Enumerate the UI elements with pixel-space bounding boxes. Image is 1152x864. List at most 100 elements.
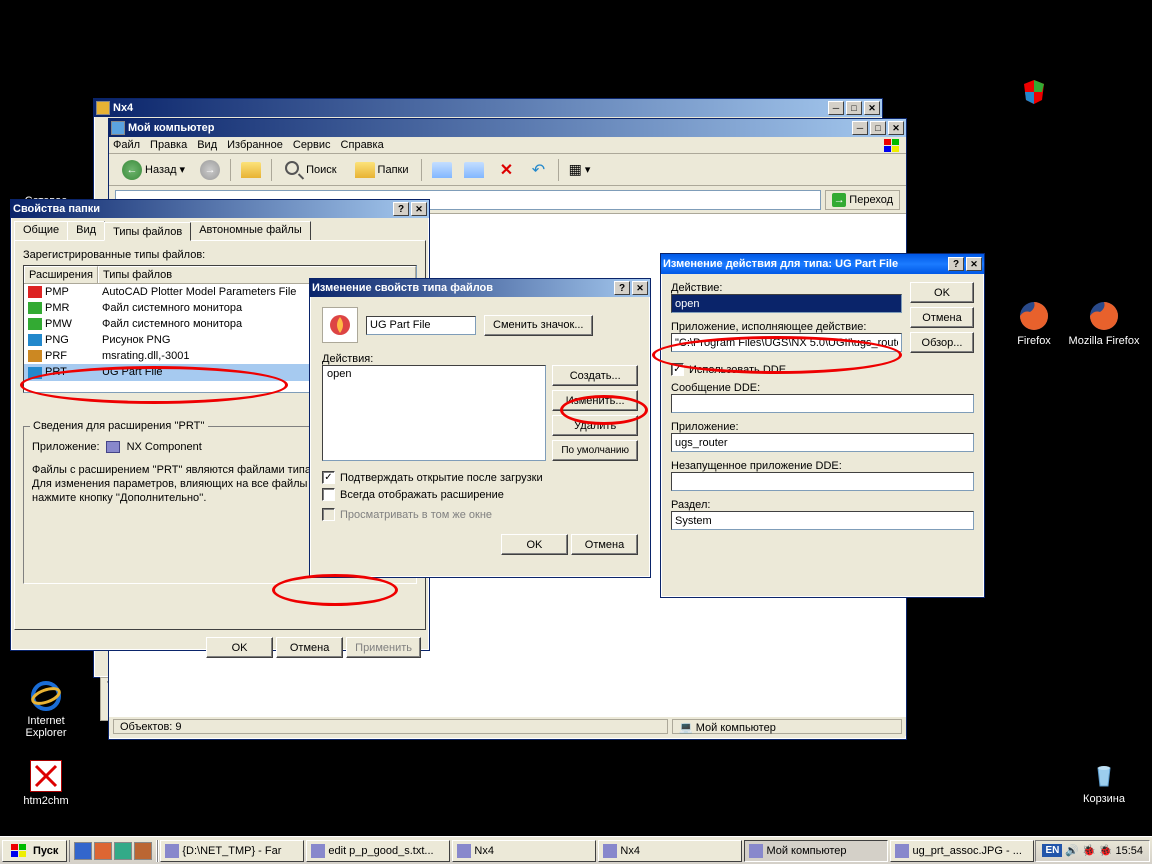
status-count: Объектов: 9 <box>113 719 668 734</box>
dde-norun-label: Незапущенное приложение DDE: <box>671 460 974 472</box>
delete-action-button[interactable]: Удалить <box>552 415 638 436</box>
menu-edit[interactable]: Правка <box>150 139 187 151</box>
lang-indicator[interactable]: EN <box>1042 844 1062 857</box>
ql-icon[interactable] <box>74 842 92 860</box>
titlebar[interactable]: Nx4 ─ □ ✕ <box>94 99 882 117</box>
delete-button[interactable]: ✕ <box>492 158 520 182</box>
titlebar[interactable]: Свойства папки ? ✕ <box>11 200 429 218</box>
copyto-button[interactable] <box>460 158 488 182</box>
close-button[interactable]: ✕ <box>888 121 904 135</box>
desktop-icon-htm2chm[interactable]: htm2chm <box>10 760 82 807</box>
taskbar-button[interactable]: Nx4 <box>598 840 742 862</box>
tab-filetypes[interactable]: Типы файлов <box>104 222 191 241</box>
forward-button[interactable]: → <box>196 158 224 182</box>
confirm-open-checkbox[interactable]: ✓Подтверждать открытие после загрузки <box>322 471 543 484</box>
taskbar-button[interactable]: ug_prt_assoc.JPG - ... <box>890 840 1034 862</box>
cancel-button[interactable]: Отмена <box>276 637 343 658</box>
quicklaunch <box>69 840 157 862</box>
apply-button[interactable]: Применить <box>346 637 421 658</box>
app-path-input[interactable] <box>671 333 902 352</box>
action-open[interactable]: open <box>327 368 541 380</box>
ok-button[interactable]: OK <box>910 282 974 303</box>
cancel-button[interactable]: Отмена <box>910 307 974 328</box>
moveto-button[interactable] <box>428 158 456 182</box>
ok-button[interactable]: OK <box>501 534 568 555</box>
menu-help[interactable]: Справка <box>341 139 384 151</box>
use-dde-checkbox[interactable]: ✓Использовать DDE <box>671 363 786 376</box>
tray-icon[interactable]: 🐞 <box>1099 844 1113 857</box>
dialog-edit-filetype: Изменение свойств типа файлов ? ✕ Сменит… <box>309 278 651 578</box>
actions-listbox[interactable]: open <box>322 365 546 461</box>
menu-favorites[interactable]: Избранное <box>227 139 283 151</box>
tab-offline[interactable]: Автономные файлы <box>190 221 311 240</box>
folder-icon <box>96 101 110 115</box>
ok-button[interactable]: OK <box>206 637 273 658</box>
dialog-title: Изменение действия для типа: UG Part Fil… <box>663 258 946 270</box>
desktop-icon-recycle[interactable]: Корзина <box>1068 758 1140 805</box>
help-button[interactable]: ? <box>948 257 964 271</box>
close-button[interactable]: ✕ <box>632 281 648 295</box>
dde-app-input[interactable] <box>671 433 974 452</box>
ql-icon[interactable] <box>134 842 152 860</box>
close-button[interactable]: ✕ <box>411 202 427 216</box>
divider <box>230 159 231 181</box>
menu-view[interactable]: Вид <box>197 139 217 151</box>
dde-msg-label: Сообщение DDE: <box>671 382 974 394</box>
minimize-button[interactable]: ─ <box>852 121 868 135</box>
tray-icon[interactable]: 🔊 <box>1065 844 1079 857</box>
dde-topic-input[interactable] <box>671 511 974 530</box>
titlebar[interactable]: Мой компьютер ─ □ ✕ <box>109 119 906 137</box>
start-button[interactable]: Пуск <box>2 840 67 862</box>
help-button[interactable]: ? <box>614 281 630 295</box>
change-icon-button[interactable]: Сменить значок... <box>484 315 593 336</box>
action-input[interactable] <box>671 294 902 313</box>
maximize-button[interactable]: □ <box>846 101 862 115</box>
systray: EN 🔊 🐞 🐞 15:54 <box>1035 840 1150 862</box>
taskbar-button[interactable]: {D:\NET_TMP} - Far <box>160 840 304 862</box>
hdr-ext[interactable]: Расширения <box>24 266 98 283</box>
up-button[interactable] <box>237 158 265 182</box>
tray-icon[interactable]: 🐞 <box>1082 844 1096 857</box>
desktop-icon-ie[interactable]: Internet Explorer <box>10 680 82 739</box>
maximize-button[interactable]: □ <box>870 121 886 135</box>
edit-action-button[interactable]: Изменить... <box>552 390 638 411</box>
ql-icon[interactable] <box>114 842 132 860</box>
desktop-icon-firefox1[interactable]: Firefox <box>998 300 1070 347</box>
taskbar-button[interactable]: edit p_p_good_s.txt... <box>306 840 450 862</box>
tab-general[interactable]: Общие <box>14 221 68 240</box>
minimize-button[interactable]: ─ <box>828 101 844 115</box>
new-action-button[interactable]: Создать... <box>552 365 638 386</box>
dde-norun-input[interactable] <box>671 472 974 491</box>
htm2chm-icon <box>30 760 62 792</box>
window-title: Nx4 <box>113 102 826 114</box>
titlebar[interactable]: Изменение действия для типа: UG Part Fil… <box>661 254 984 274</box>
menu-file[interactable]: Файл <box>113 139 140 151</box>
folders-button[interactable]: Папки <box>348 158 416 182</box>
back-button[interactable]: ←Назад ▾ <box>115 158 192 182</box>
menu-tools[interactable]: Сервис <box>293 139 331 151</box>
taskbar-button[interactable]: Мой компьютер <box>744 840 888 862</box>
cancel-button[interactable]: Отмена <box>571 534 638 555</box>
status-location: 💻 Мой компьютер <box>672 719 902 734</box>
desktop-icon-firefox2[interactable]: Mozilla Firefox <box>1068 300 1140 347</box>
tab-view[interactable]: Вид <box>67 221 105 240</box>
dde-msg-input[interactable] <box>671 394 974 413</box>
toolbar: ←Назад ▾ → Поиск Папки ✕ ↶ ▦ ▾ <box>109 154 906 186</box>
undo-button[interactable]: ↶ <box>524 158 552 182</box>
type-name-input[interactable] <box>366 316 476 335</box>
go-button[interactable]: →Переход <box>825 190 900 210</box>
help-button[interactable]: ? <box>393 202 409 216</box>
default-action-button[interactable]: По умолчанию <box>552 440 638 461</box>
app-value: NX Component <box>127 441 202 453</box>
search-button[interactable]: Поиск <box>278 158 343 182</box>
clock[interactable]: 15:54 <box>1115 845 1143 857</box>
titlebar[interactable]: Изменение свойств типа файлов ? ✕ <box>310 279 650 297</box>
taskbar-button[interactable]: Nx4 <box>452 840 596 862</box>
show-ext-checkbox[interactable]: Всегда отображать расширение <box>322 488 504 501</box>
browse-button[interactable]: Обзор... <box>910 332 974 353</box>
ql-icon[interactable] <box>94 842 112 860</box>
windows-flag-icon <box>884 139 902 153</box>
close-button[interactable]: ✕ <box>864 101 880 115</box>
views-button[interactable]: ▦ ▾ <box>565 158 593 182</box>
close-button[interactable]: ✕ <box>966 257 982 271</box>
